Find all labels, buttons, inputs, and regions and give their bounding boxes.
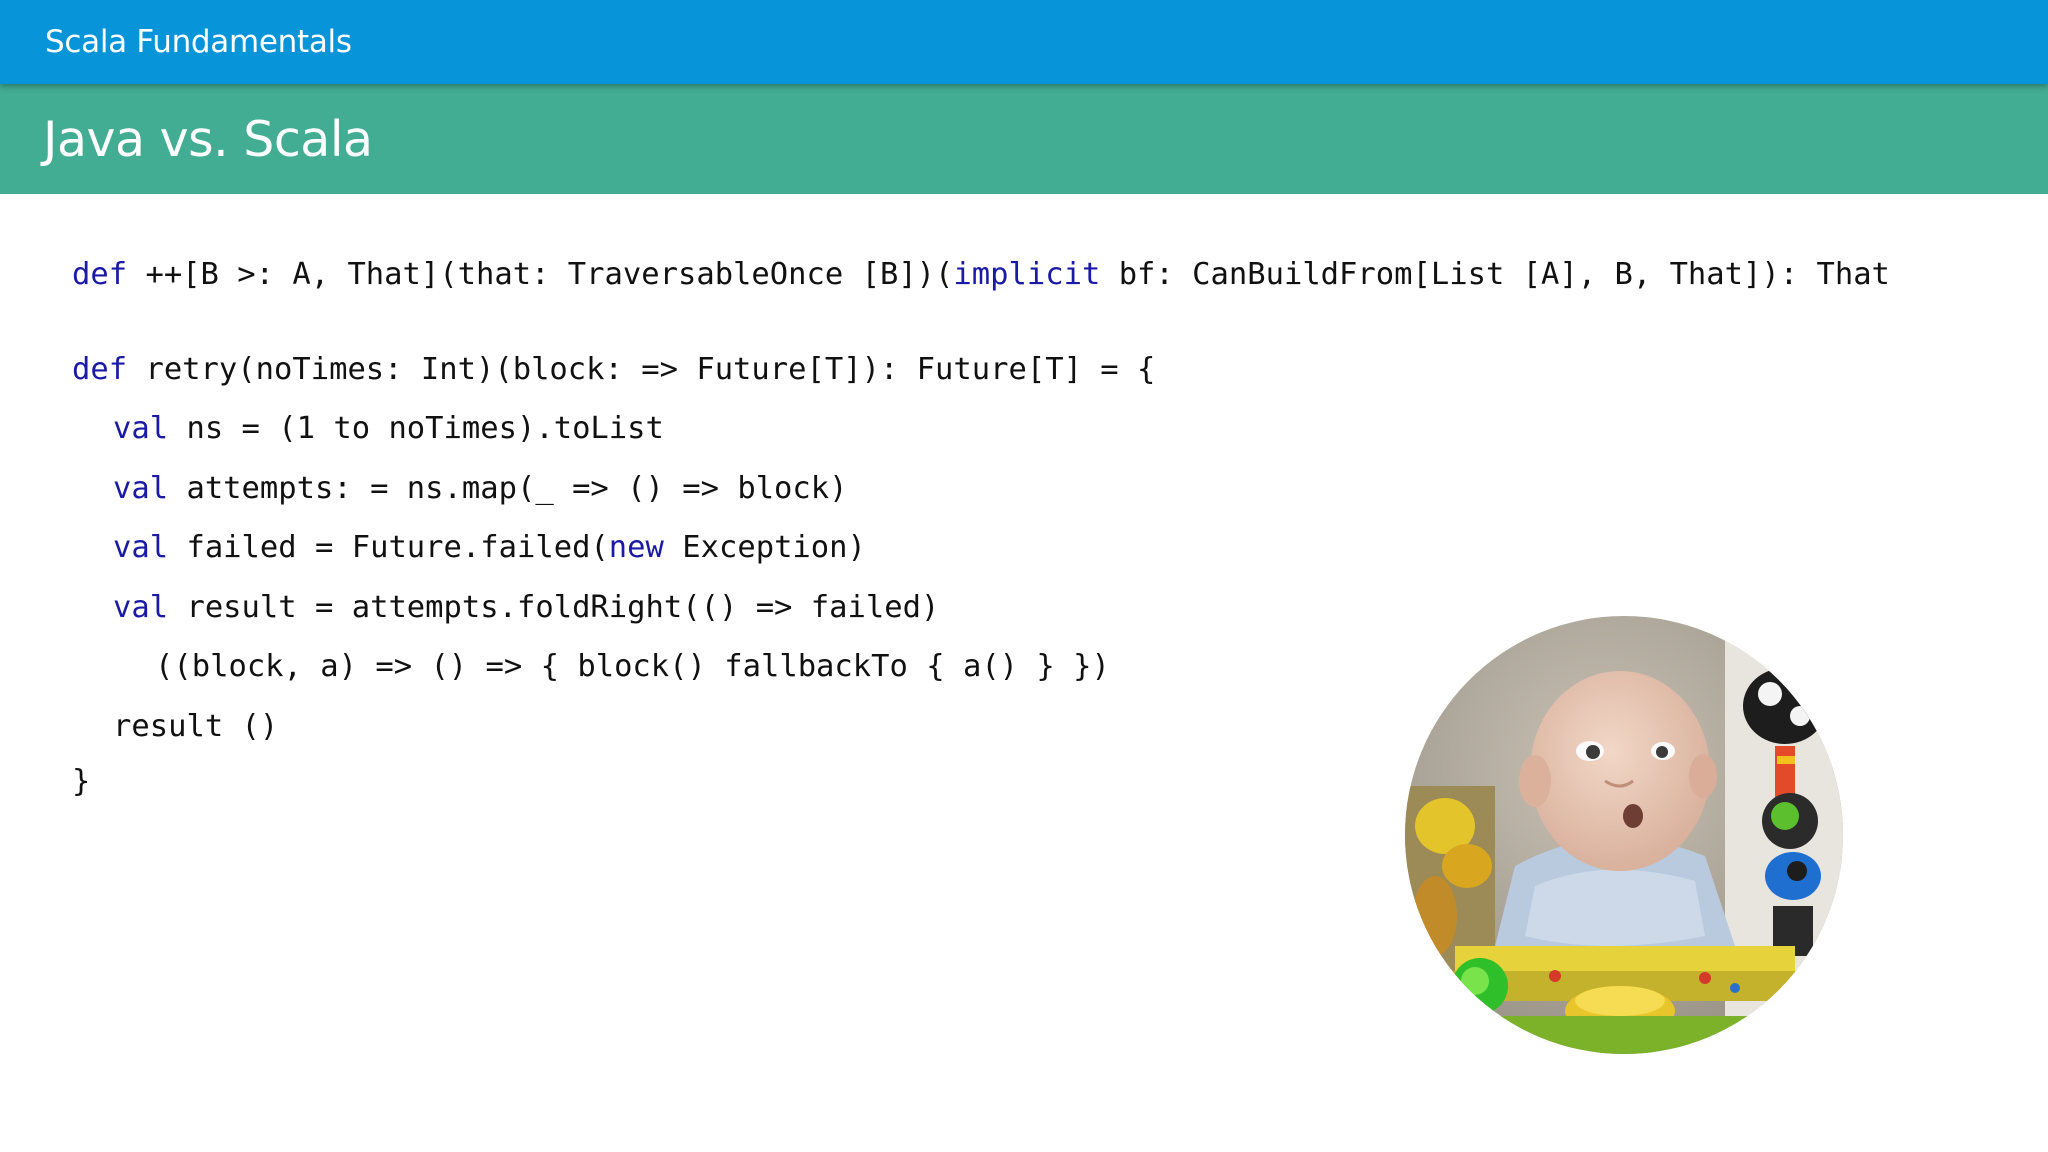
code-text: ++[B >: A, That](that: TraversableOnce [… bbox=[127, 257, 954, 292]
course-title: Scala Fundamentals bbox=[45, 24, 352, 60]
code-line-5: val failed = Future.failed(new Exception… bbox=[113, 528, 866, 568]
code-line-8: result () bbox=[113, 707, 278, 747]
baby-photo bbox=[1405, 616, 1843, 1054]
code-text: ns = (1 to noTimes).toList bbox=[168, 411, 664, 446]
code-keyword: val bbox=[113, 530, 169, 565]
code-keyword: def bbox=[72, 352, 128, 387]
code-text: result = attempts.foldRight(() => failed… bbox=[168, 590, 940, 625]
code-line-1: def ++[B >: A, That](that: TraversableOn… bbox=[72, 255, 1890, 295]
code-text: failed = Future.failed( bbox=[168, 530, 609, 565]
course-header-bar: Scala Fundamentals bbox=[0, 0, 2048, 84]
code-keyword: val bbox=[113, 411, 169, 446]
code-text: result () bbox=[113, 709, 279, 744]
code-block: def ++[B >: A, That](that: TraversableOn… bbox=[72, 255, 1890, 885]
code-keyword: new bbox=[608, 530, 664, 565]
code-line-6: val result = attempts.foldRight(() => fa… bbox=[113, 588, 939, 628]
slide-title: Java vs. Scala bbox=[43, 111, 373, 168]
code-text: attempts: = ns.map(_ => () => block) bbox=[168, 471, 848, 506]
code-text: } bbox=[72, 764, 91, 799]
code-line-7: ((block, a) => () => { block() fallbackT… bbox=[155, 647, 1110, 687]
code-text: ((block, a) => () => { block() fallbackT… bbox=[155, 649, 1110, 684]
code-line-4: val attempts: = ns.map(_ => () => block) bbox=[113, 469, 848, 509]
code-keyword: implicit bbox=[953, 257, 1101, 292]
code-line-9: } bbox=[72, 762, 90, 802]
code-keyword: val bbox=[113, 590, 169, 625]
code-line-2: def retry(noTimes: Int)(block: => Future… bbox=[72, 350, 1155, 390]
code-text: retry(noTimes: Int)(block: => Future[T])… bbox=[127, 352, 1156, 387]
section-header-bar: Java vs. Scala bbox=[0, 84, 2048, 194]
code-keyword: def bbox=[72, 257, 128, 292]
baby-photo-image bbox=[1405, 616, 1843, 1054]
code-keyword: val bbox=[113, 471, 169, 506]
code-line-3: val ns = (1 to noTimes).toList bbox=[113, 409, 664, 449]
code-text: Exception) bbox=[663, 530, 866, 565]
code-text: bf: CanBuildFrom[List [A], B, That]): Th… bbox=[1100, 257, 1890, 292]
